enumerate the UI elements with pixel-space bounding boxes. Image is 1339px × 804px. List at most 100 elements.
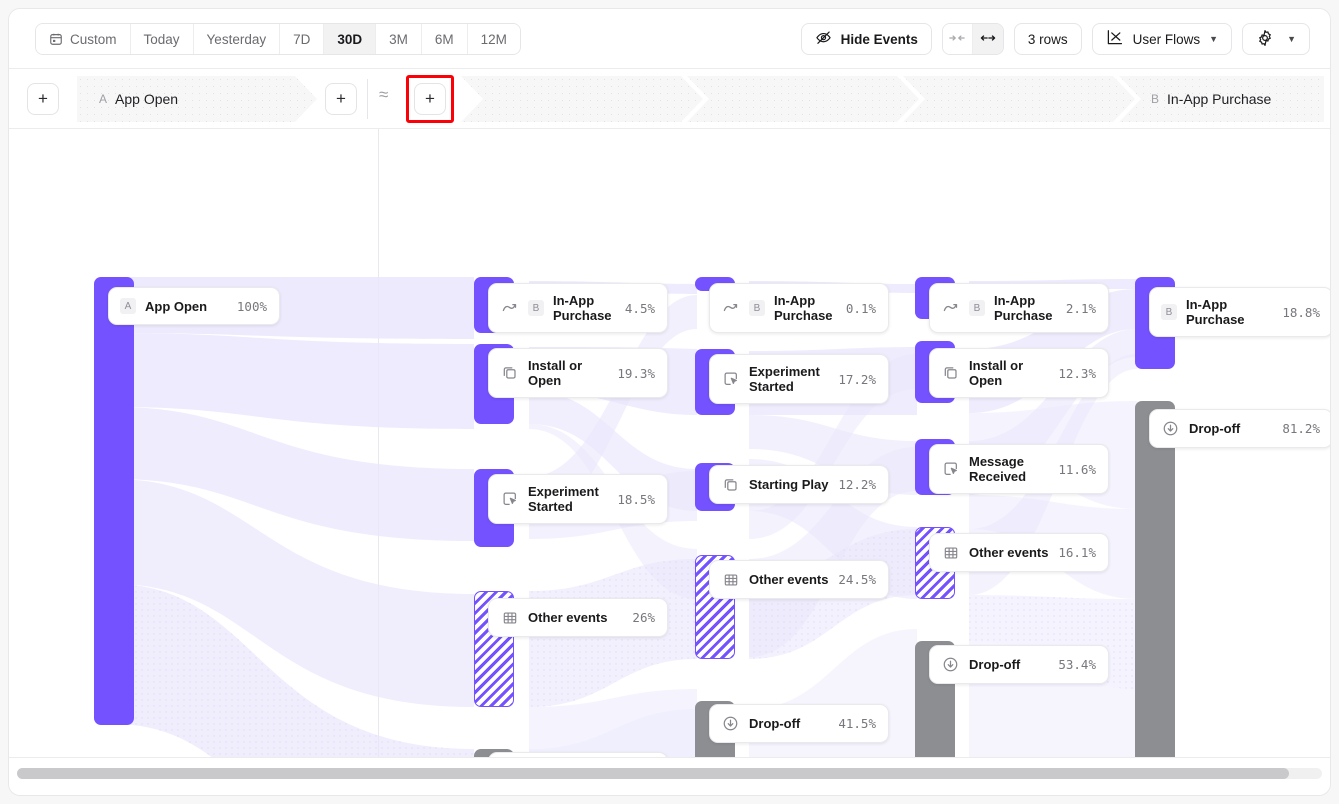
node-card[interactable]: Drop-off 81.2% (1149, 409, 1330, 448)
node-percent: 26% (632, 610, 655, 625)
grid-icon (941, 543, 960, 562)
node-percent: 0.1% (846, 301, 876, 316)
grid-icon (721, 570, 740, 589)
step-header-bar: + A App Open + ≈ + B In-App Purchase (9, 69, 1330, 129)
node-label: In-App Purchase (553, 293, 616, 323)
node-percent: 12.2% (838, 477, 876, 492)
node-label: Drop-off (969, 657, 1049, 672)
view-type-dropdown[interactable]: User Flows ▼ (1092, 23, 1232, 55)
node-percent: 53.4% (1058, 657, 1096, 672)
date-range-yesterday[interactable]: Yesterday (194, 24, 281, 54)
node-card[interactable]: A App Open 100% (108, 287, 280, 325)
step-0-add-button[interactable]: + (27, 83, 59, 115)
expand-horizontal-button[interactable] (973, 24, 1003, 54)
node-percent: 19.3% (617, 366, 655, 381)
node-percent: 12.3% (1058, 366, 1096, 381)
node-label: Install or Open (969, 358, 1049, 388)
download-circle-icon (721, 714, 740, 733)
node-bar (94, 277, 134, 725)
step-1-add-button[interactable]: + (325, 83, 357, 115)
date-range-3m[interactable]: 3M (376, 24, 422, 54)
grid-icon (500, 608, 519, 627)
step-app-open-label: A App Open (77, 91, 178, 107)
node-card[interactable]: Install or Open 12.3% (929, 348, 1109, 398)
node-card[interactable]: Other events 26% (488, 598, 668, 637)
date-range-6m[interactable]: 6M (422, 24, 468, 54)
toolbar-right-controls: Hide Events (801, 23, 1310, 55)
gear-icon (1256, 29, 1274, 50)
step-band-app-open[interactable]: A App Open (77, 76, 317, 122)
node-card[interactable]: Experiment Started 18.5% (488, 474, 668, 524)
settings-dropdown-button[interactable]: ▼ (1242, 23, 1310, 55)
node-percent: 4.5% (625, 301, 655, 316)
date-range-segmented-control[interactable]: Custom Today Yesterday 7D 30D 3M 6M 12M (35, 23, 521, 55)
node-label: In-App Purchase (994, 293, 1057, 323)
node-percent: 18.8% (1282, 305, 1320, 320)
node-card[interactable]: Starting Play 12.2% (709, 465, 889, 504)
node-badge: B (1161, 304, 1177, 320)
node-card[interactable]: Drop-off 53.4% (929, 645, 1109, 684)
node-card[interactable]: B In-App Purchase 0.1% (709, 283, 889, 333)
node-label: Experiment Started (528, 484, 608, 514)
step-band-empty-3[interactable] (903, 76, 1135, 122)
step-band-empty-1[interactable] (461, 76, 703, 122)
node-percent: 16.1% (1058, 545, 1096, 560)
node-bar (1135, 401, 1175, 757)
node-card[interactable]: Drop-off 31.7% (488, 752, 668, 757)
step-badge-a: A (99, 92, 107, 106)
node-badge: B (528, 300, 544, 316)
chevron-down-icon: ▼ (1209, 34, 1218, 44)
date-range-custom[interactable]: Custom (36, 24, 131, 54)
copy-icon (500, 364, 519, 383)
date-range-custom-label: Custom (70, 32, 117, 47)
download-circle-icon (941, 655, 960, 674)
node-label: In-App Purchase (774, 293, 837, 323)
collapse-horizontal-icon (949, 32, 965, 47)
step-2-add-button[interactable]: + (414, 83, 446, 115)
view-type-label: User Flows (1133, 32, 1201, 47)
step-band-in-app-purchase[interactable]: B In-App Purchase (1119, 76, 1324, 122)
collapse-horizontal-button[interactable] (943, 24, 973, 54)
horizontal-scrollbar[interactable] (9, 757, 1330, 795)
node-card[interactable]: Experiment Started 17.2% (709, 354, 889, 404)
step-badge-b: B (1151, 92, 1159, 106)
node-card[interactable]: Drop-off 41.5% (709, 704, 889, 743)
node-card[interactable]: B In-App Purchase 2.1% (929, 283, 1109, 333)
date-range-today[interactable]: Today (131, 24, 194, 54)
scrollbar-thumb[interactable] (17, 768, 1289, 779)
node-card[interactable]: B In-App Purchase 18.8% (1149, 287, 1330, 337)
hide-events-button[interactable]: Hide Events (801, 23, 932, 55)
node-label: Message Received (969, 454, 1049, 484)
eye-off-icon (815, 29, 832, 49)
node-card[interactable]: Other events 24.5% (709, 560, 889, 599)
arrow-curve-icon (500, 299, 519, 318)
node-percent: 17.2% (838, 372, 876, 387)
hide-events-label: Hide Events (841, 32, 918, 47)
width-toggle-group[interactable] (942, 23, 1004, 55)
date-range-7d[interactable]: 7D (280, 24, 324, 54)
flow-chart-icon (1106, 29, 1124, 49)
step-in-app-purchase-label: B In-App Purchase (1119, 91, 1271, 107)
node-label: Install or Open (528, 358, 608, 388)
node-card[interactable]: B In-App Purchase 4.5% (488, 283, 668, 333)
approximately-equal-icon: ≈ (379, 85, 388, 105)
node-label: Other events (969, 545, 1049, 560)
date-range-12m[interactable]: 12M (468, 24, 520, 54)
copy-icon (721, 475, 740, 494)
rows-count-label: 3 rows (1028, 32, 1068, 47)
node-label: Experiment Started (749, 364, 829, 394)
download-circle-icon (1161, 419, 1180, 438)
chevron-down-icon: ▼ (1287, 34, 1296, 44)
node-card[interactable]: Message Received 11.6% (929, 444, 1109, 494)
copy-icon (941, 364, 960, 383)
node-percent: 100% (237, 299, 267, 314)
node-card[interactable]: Install or Open 19.3% (488, 348, 668, 398)
step-in-app-purchase-name: In-App Purchase (1167, 91, 1271, 107)
date-range-30d[interactable]: 30D (324, 24, 376, 54)
step-band-empty-2[interactable] (687, 76, 919, 122)
sankey-canvas[interactable]: A App Open 100% B In-App Purchase 4.5% (9, 129, 1330, 757)
rows-count-button[interactable]: 3 rows (1014, 23, 1082, 55)
node-badge: B (749, 300, 765, 316)
node-label: Other events (749, 572, 829, 587)
node-card[interactable]: Other events 16.1% (929, 533, 1109, 572)
